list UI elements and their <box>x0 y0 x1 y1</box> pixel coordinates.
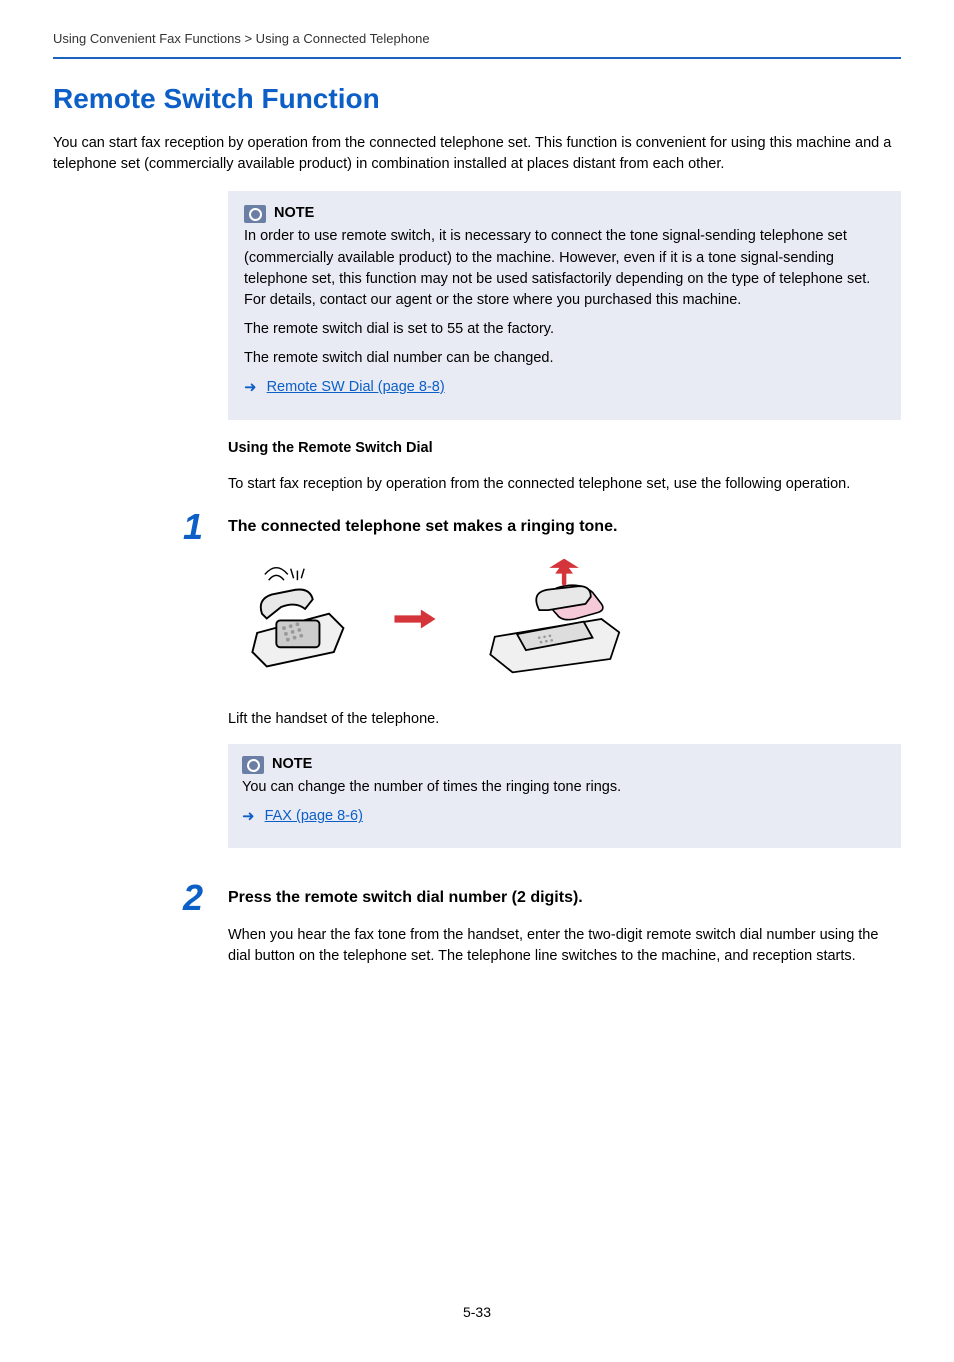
arrow-right-icon: ➜ <box>242 806 255 828</box>
link-row-remote-dial: ➜ Remote SW Dial (page 8-8) <box>244 377 885 399</box>
lift-handset-icon <box>477 559 637 679</box>
note-icon <box>242 756 264 774</box>
breadcrumb: Using Convenient Fax Functions > Using a… <box>53 30 901 49</box>
divider-top <box>53 57 901 59</box>
note-paragraph-1: In order to use remote switch, it is nec… <box>244 226 885 310</box>
telephone-ringing-icon <box>238 561 353 676</box>
page-title: Remote Switch Function <box>53 79 901 120</box>
step-1-title: The connected telephone set makes a ring… <box>228 515 901 538</box>
step-2-body: When you hear the fax tone from the hand… <box>228 925 901 967</box>
subsection-heading: Using the Remote Switch Dial <box>228 438 901 459</box>
note-label-step1: NOTE <box>272 754 312 775</box>
step-1-instruction: Lift the handset of the telephone. <box>228 709 901 730</box>
page-number: 5-33 <box>53 1302 901 1322</box>
intro-paragraph: You can start fax reception by operation… <box>53 133 901 175</box>
note-icon <box>244 205 266 223</box>
note-text-step1: You can change the number of times the r… <box>242 777 887 798</box>
note-box-main: NOTE In order to use remote switch, it i… <box>228 191 901 420</box>
link-remote-sw-dial[interactable]: Remote SW Dial (page 8-8) <box>267 377 445 398</box>
step-1: 1 The connected telephone set makes a ri… <box>183 509 901 861</box>
step-number-2: 2 <box>183 880 228 982</box>
subsection-intro: To start fax reception by operation from… <box>228 474 901 495</box>
arrow-right-red-icon <box>393 608 437 630</box>
step-2: 2 Press the remote switch dial number (2… <box>183 880 901 982</box>
note-header-step1: NOTE <box>242 754 887 775</box>
note-label: NOTE <box>274 203 314 224</box>
note-paragraph-3: The remote switch dial number can be cha… <box>244 348 885 369</box>
note-paragraph-2: The remote switch dial is set to 55 at t… <box>244 319 885 340</box>
link-row-fax: ➜ FAX (page 8-6) <box>242 806 887 828</box>
note-header: NOTE <box>244 203 885 224</box>
link-fax-page[interactable]: FAX (page 8-6) <box>265 806 363 827</box>
arrow-right-icon: ➜ <box>244 377 257 399</box>
step-1-illustration <box>238 559 901 679</box>
step-number-1: 1 <box>183 509 228 861</box>
note-box-step1: NOTE You can change the number of times … <box>228 744 901 848</box>
step-2-title: Press the remote switch dial number (2 d… <box>228 886 901 909</box>
